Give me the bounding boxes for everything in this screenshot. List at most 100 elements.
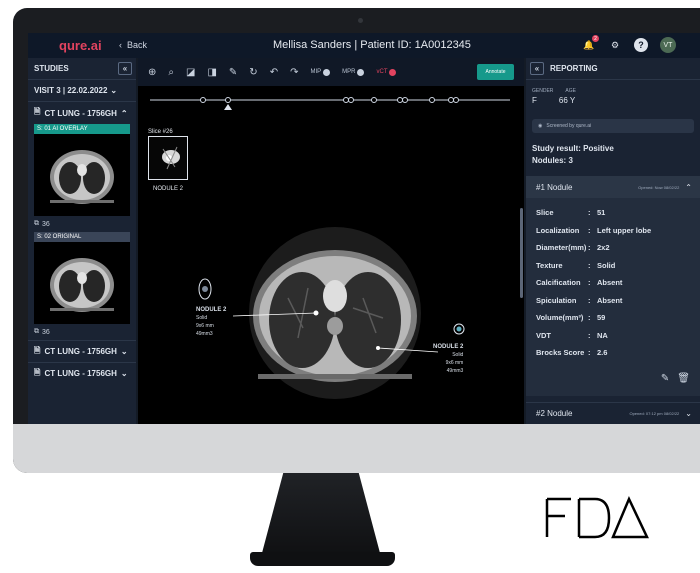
gender-value: F <box>532 96 537 105</box>
nodule-size: 9x6 mm <box>196 323 214 329</box>
image-viewer[interactable]: ⊕ ⌕ ◪ ◨ ✎ ↻ ↶ ↷ MIP MPR vCT Annotate Sli… <box>138 58 524 424</box>
vct-toggle[interactable]: vCT <box>376 68 397 76</box>
field-colon: : <box>588 278 591 288</box>
visit-selector[interactable]: VISIT 3 | 22.02.2022 ⌄ <box>28 80 136 102</box>
gender-label: GENDER <box>532 88 554 94</box>
top-icons: 🔔 2 ⚙ ? VT <box>582 35 676 53</box>
nodule-right-annotation: NODULE 2 Solid 9x6 mm 49mm3 <box>433 343 463 375</box>
screened-badge: ◉ Screened by qure.ai <box>532 119 694 133</box>
nodule-volume: 49mm3 <box>446 368 464 374</box>
field-value: Solid <box>597 260 616 270</box>
series-collapsed-1[interactable]: 🗎 CT LUNG - 1756GH ⌄ <box>28 340 136 362</box>
nodule-name: NODULE 2 <box>196 307 227 313</box>
series-thumbnail-original[interactable]: S: 02 ORIGINAL <box>34 232 130 324</box>
nodule-field-row: Volume(mm³):59 <box>536 309 700 327</box>
rotate-icon[interactable]: ↻ <box>249 67 257 78</box>
studies-heading: STUDIES <box>34 64 69 73</box>
nodule-field-row: Diameter(mm):2x2 <box>536 239 700 257</box>
stack-icon: ⧉ <box>34 328 39 335</box>
mpr-label: MPR <box>342 69 356 75</box>
redo-icon[interactable]: ↷ <box>290 67 298 78</box>
user-avatar[interactable]: VT <box>660 37 676 53</box>
patient-title: Mellisa Sanders | Patient ID: 1A0012345 <box>273 39 471 51</box>
back-button[interactable]: ‹ Back <box>119 40 147 50</box>
nodule-crop-preview[interactable] <box>148 136 188 180</box>
field-value: Left upper lobe <box>597 225 652 235</box>
help-icon[interactable]: ? <box>634 38 648 52</box>
demographics-values: F 66 Y <box>526 94 700 105</box>
nodule-2-title: #2 Nodule <box>536 409 573 418</box>
field-colon: : <box>588 225 591 235</box>
app-logo: qure.ai <box>59 38 102 53</box>
delete-icon[interactable]: 🗑 <box>677 373 690 384</box>
document-icon: 🗎 <box>34 107 41 116</box>
collapse-reporting-button[interactable]: « <box>530 62 544 75</box>
nodule-texture: Solid <box>452 352 464 358</box>
nodule-count: Nodules: 3 <box>532 156 573 165</box>
chevron-left-icon: ‹ <box>119 40 122 50</box>
reporting-heading: REPORTING <box>550 64 598 73</box>
series-header[interactable]: 🗎 CT LUNG - 1756GH ⌃ <box>28 102 136 124</box>
series-title: CT LUNG - 1756GH <box>44 108 117 118</box>
measure-icon[interactable]: ✎ <box>229 67 237 78</box>
zoom-in-icon[interactable]: ⊕ <box>148 67 156 78</box>
field-key: Diameter(mm) <box>536 243 587 253</box>
nodule-marker-icon[interactable] <box>453 323 465 335</box>
nodule-field-row: Spiculation: Absent <box>536 292 700 310</box>
field-value: 2.6 <box>597 348 608 358</box>
field-value: Absent <box>597 295 623 305</box>
chevron-up-icon: ⌃ <box>685 182 692 192</box>
image-count: ⧉ 36 <box>28 216 136 232</box>
collapse-studies-button[interactable]: « <box>118 62 132 75</box>
mip-toggle[interactable]: MIP <box>310 68 331 76</box>
studies-header: STUDIES « <box>28 58 136 80</box>
annotate-button[interactable]: Annotate <box>477 64 514 80</box>
mpr-toggle[interactable]: MPR <box>342 68 365 76</box>
undo-icon[interactable]: ↶ <box>270 67 278 78</box>
image-count-value: 36 <box>42 220 50 228</box>
field-key: Volume(mm³) <box>536 313 584 323</box>
nodule-field-row: Texture: Solid <box>536 257 700 275</box>
viewer-toolbar: ⊕ ⌕ ◪ ◨ ✎ ↻ ↶ ↷ MIP MPR vCT Annotate <box>138 58 524 86</box>
thumb-label: S: 01 AI OVERLAY <box>34 124 130 134</box>
age-label: AGE <box>565 88 576 94</box>
slice-timeline[interactable] <box>138 86 524 116</box>
ct-thumbnail <box>34 242 130 324</box>
field-key: VDT <box>536 330 551 340</box>
toggle-icon <box>323 68 331 76</box>
mip-label: MIP <box>310 69 322 75</box>
reporting-header: « REPORTING <box>526 58 700 80</box>
series-collapsed-2[interactable]: 🗎 CT LUNG - 1756GH ⌄ <box>28 362 136 384</box>
studies-sidebar: STUDIES « VISIT 3 | 22.02.2022 ⌄ 🗎 CT LU… <box>28 58 136 424</box>
nodule-field-row: Brocks Score:2.6 <box>536 344 700 362</box>
settings-gear-icon[interactable]: ⚙ <box>608 38 622 52</box>
search-icon[interactable]: ⌕ <box>168 67 174 78</box>
nodule-marker-icon[interactable] <box>198 278 212 300</box>
series-title: CT LUNG - 1756GH <box>44 369 117 378</box>
nodule-field-row: Localization: Left upper lobe <box>536 222 700 240</box>
nodule-field-row: Calcification: Absent <box>536 274 700 292</box>
window-level-icon[interactable]: ◪ <box>186 67 195 78</box>
viewer-scrollbar[interactable] <box>520 208 523 298</box>
app-screen: qure.ai ‹ Back Mellisa Sanders | Patient… <box>28 33 700 424</box>
field-value: 51 <box>597 208 606 218</box>
stack-icon: ⧉ <box>34 220 39 227</box>
edit-icon[interactable]: ✎ <box>661 373 669 384</box>
series-thumbnail-ai[interactable]: S: 01 AI OVERLAY <box>34 124 130 216</box>
nodule-1-header[interactable]: #1 Nodule Opened: Now 08/02/22 ⌃ <box>526 176 700 198</box>
invert-icon[interactable]: ◨ <box>207 67 216 78</box>
top-bar: qure.ai ‹ Back Mellisa Sanders | Patient… <box>28 33 700 58</box>
nodule-2-header[interactable]: #2 Nodule Opened: 07:12 pm 08/02/22 ⌄ <box>526 402 700 424</box>
reporting-panel: « REPORTING GENDER AGE F 66 Y ◉ Screened… <box>526 58 700 424</box>
field-colon: : <box>588 208 591 218</box>
thumb-label: S: 02 ORIGINAL <box>34 232 130 242</box>
nodule-actions: ✎ 🗑 <box>661 373 690 384</box>
notification-bell-icon[interactable]: 🔔 2 <box>582 35 599 52</box>
nodule-texture: Solid <box>196 315 208 321</box>
field-key: Brocks Score <box>536 348 585 358</box>
age-value: 66 Y <box>558 96 576 105</box>
visit-label: VISIT 3 | 22.02.2022 <box>34 86 108 95</box>
nodule-1-opened: Opened: Now 08/02/22 <box>638 184 680 190</box>
nodule-1-details: Slice:51 Localization: Left upper lobe Diam… <box>526 198 700 396</box>
document-icon: 🗎 <box>34 367 41 377</box>
